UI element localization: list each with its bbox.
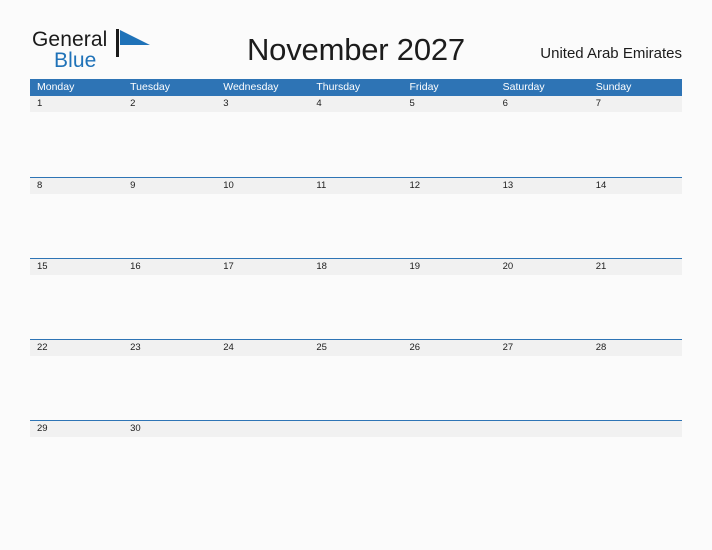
day-number: 7: [595, 98, 602, 109]
week-date-band: 22 23 24 25 26 27 28: [30, 340, 682, 356]
day-cell[interactable]: [309, 113, 402, 177]
day-cell[interactable]: [216, 437, 309, 501]
day-number: 18: [316, 261, 327, 272]
week-cell-body: [30, 113, 682, 177]
day-cell[interactable]: [309, 356, 402, 420]
day-number: 2: [130, 98, 136, 109]
week-date-band: 29 30: [30, 421, 682, 437]
week-cell-body: [30, 275, 682, 339]
weekday-header-thursday: Thursday: [316, 81, 361, 93]
day-number: 24: [223, 342, 234, 353]
day-cell[interactable]: [496, 194, 589, 258]
day-cell[interactable]: [216, 356, 309, 420]
day-cell[interactable]: [496, 275, 589, 339]
day-number: [309, 421, 402, 437]
day-cell[interactable]: [309, 275, 402, 339]
day-number: [589, 421, 682, 437]
region-label: United Arab Emirates: [540, 45, 682, 62]
day-cell[interactable]: [309, 194, 402, 258]
day-number: 11: [316, 180, 327, 191]
day-cell[interactable]: [403, 275, 496, 339]
day-cell[interactable]: [30, 113, 123, 177]
calendar-grid: Monday Tuesday Wednesday Thursday Friday…: [30, 79, 682, 501]
day-number: 14: [595, 180, 607, 191]
day-cell[interactable]: [496, 356, 589, 420]
day-cell[interactable]: [123, 437, 216, 501]
day-cell[interactable]: [216, 194, 309, 258]
weekday-header-tuesday: Tuesday: [130, 81, 171, 93]
day-number: 23: [130, 342, 141, 353]
week-date-band: 8 9 10 11 12 13 14: [30, 178, 682, 194]
day-cell[interactable]: [30, 356, 123, 420]
day-cell[interactable]: [589, 356, 682, 420]
week-cell-body: [30, 437, 682, 501]
day-cell[interactable]: [496, 437, 589, 501]
day-number: 19: [409, 261, 421, 272]
week-date-band: 15 16 17 18 19 20 21: [30, 259, 682, 275]
day-cell[interactable]: [403, 113, 496, 177]
day-number: 22: [37, 342, 48, 353]
day-number: [403, 421, 496, 437]
day-cell[interactable]: [589, 437, 682, 501]
week-date-band: 1 2 3 4 5 6 7: [30, 96, 682, 112]
day-number: 21: [595, 261, 607, 272]
day-number: 4: [316, 98, 322, 109]
day-number: 27: [502, 342, 514, 353]
weekday-header-wednesday: Wednesday: [223, 81, 279, 93]
week-row: 15 16 17 18 19 20 21: [30, 258, 682, 339]
day-cell[interactable]: [496, 113, 589, 177]
day-number: 16: [130, 261, 141, 272]
day-number: 30: [130, 423, 141, 434]
day-number: 13: [502, 180, 514, 191]
day-number: 17: [223, 261, 234, 272]
day-cell[interactable]: [30, 194, 123, 258]
day-cell[interactable]: [216, 113, 309, 177]
day-cell[interactable]: [403, 194, 496, 258]
day-cell[interactable]: [123, 113, 216, 177]
week-row: 29 30: [30, 420, 682, 501]
day-number: 12: [409, 180, 421, 191]
day-cell[interactable]: [30, 437, 123, 501]
day-cell[interactable]: [589, 194, 682, 258]
day-number: 5: [409, 98, 415, 109]
day-number: 15: [37, 261, 48, 272]
day-number: 3: [223, 98, 229, 109]
day-cell[interactable]: [589, 113, 682, 177]
day-cell[interactable]: [403, 356, 496, 420]
weekday-header-sunday: Sunday: [595, 81, 632, 93]
day-number: 26: [409, 342, 421, 353]
day-number: 8: [37, 180, 43, 191]
day-cell[interactable]: [30, 275, 123, 339]
day-cell[interactable]: [309, 437, 402, 501]
day-number: 25: [316, 342, 327, 353]
week-row: 8 9 10 11 12 13 14: [30, 177, 682, 258]
weekday-header-monday: Monday: [37, 81, 75, 93]
weekday-header-saturday: Saturday: [502, 81, 545, 93]
weekday-header-row: Monday Tuesday Wednesday Thursday Friday…: [30, 79, 682, 96]
page-header: General Blue November 2027 United Arab E…: [0, 0, 712, 78]
day-cell[interactable]: [123, 194, 216, 258]
week-cell-body: [30, 356, 682, 420]
week-cell-body: [30, 194, 682, 258]
day-cell[interactable]: [403, 437, 496, 501]
day-cell[interactable]: [589, 275, 682, 339]
day-cell[interactable]: [123, 275, 216, 339]
day-number: [216, 421, 309, 437]
day-number: 10: [223, 180, 234, 191]
week-row: 22 23 24 25 26 27 28: [30, 339, 682, 420]
day-number: 9: [130, 180, 136, 191]
day-cell[interactable]: [216, 275, 309, 339]
day-number: 29: [37, 423, 48, 434]
day-cell[interactable]: [123, 356, 216, 420]
day-number: 20: [502, 261, 514, 272]
day-number: [496, 421, 589, 437]
week-row: 1 2 3 4 5 6 7: [30, 96, 682, 177]
weekday-header-friday: Friday: [409, 81, 439, 93]
day-number: 28: [595, 342, 607, 353]
day-number: 6: [502, 98, 508, 109]
day-number: 1: [37, 98, 43, 109]
